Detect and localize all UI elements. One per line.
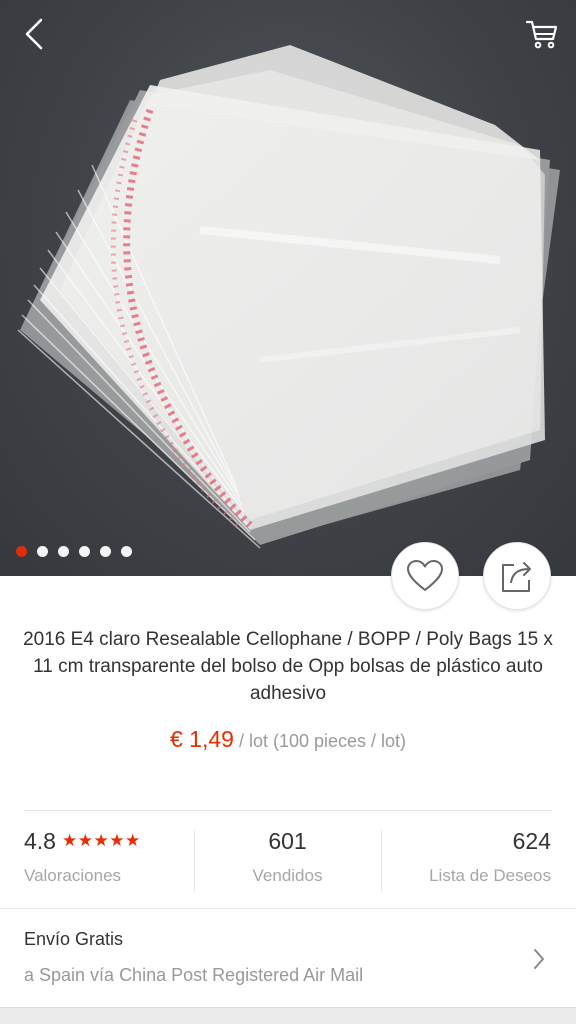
price-line: € 1,49 / lot (100 pieces / lot)	[0, 726, 576, 753]
gallery-dot-6[interactable]	[121, 546, 132, 557]
rating-stars: ★★★★★	[61, 831, 141, 850]
gallery-dot-3[interactable]	[58, 546, 69, 557]
gallery-dot-5[interactable]	[100, 546, 111, 557]
product-image-gallery[interactable]	[0, 0, 576, 576]
chevron-right-icon	[534, 949, 544, 969]
divider	[24, 810, 552, 811]
shipping-row[interactable]: Envío Gratis a Spain vía China Post Regi…	[0, 909, 576, 1007]
rating-stat[interactable]: 4.8 ★★★★★ Valoraciones	[24, 826, 194, 896]
product-title: 2016 E4 claro Resealable Cellophane / BO…	[23, 629, 553, 704]
cart-icon	[525, 20, 558, 49]
rating-value: 4.8	[24, 828, 56, 854]
product-stats: 4.8 ★★★★★ Valoraciones 601 Vendidos 624 L…	[0, 826, 576, 896]
gallery-pagination	[16, 546, 132, 557]
wishlist-label: Lista de Deseos	[429, 866, 551, 885]
shipping-detail: a Spain vía China Post Registered Air Ma…	[24, 965, 364, 985]
wishlist-value: 624	[512, 828, 551, 854]
wishlist-stat[interactable]: 624 Lista de Deseos	[381, 826, 551, 896]
wishlist-button[interactable]	[391, 542, 459, 610]
sold-label: Vendidos	[252, 866, 323, 885]
shipping-title: Envío Gratis	[24, 929, 124, 949]
rating-label: Valoraciones	[24, 866, 122, 885]
gallery-dot-4[interactable]	[79, 546, 90, 557]
price-unit: / lot (100 pieces / lot)	[238, 731, 407, 751]
product-photo	[17, 45, 560, 549]
heart-icon	[407, 560, 443, 591]
share-button[interactable]	[483, 542, 551, 610]
back-button[interactable]	[14, 14, 54, 54]
bottom-section-edge	[0, 1007, 576, 1024]
chevron-left-icon	[25, 18, 43, 50]
product-detail-page: 2016 E4 claro Resealable Cellophane / BO…	[0, 0, 576, 1024]
sold-stat[interactable]: 601 Vendidos	[194, 826, 381, 896]
product-price: € 1,49	[169, 726, 234, 752]
gallery-dot-1[interactable]	[16, 546, 27, 557]
share-icon	[502, 562, 531, 592]
gallery-dot-2[interactable]	[37, 546, 48, 557]
sold-value: 601	[268, 828, 307, 854]
cart-button[interactable]	[520, 12, 564, 56]
